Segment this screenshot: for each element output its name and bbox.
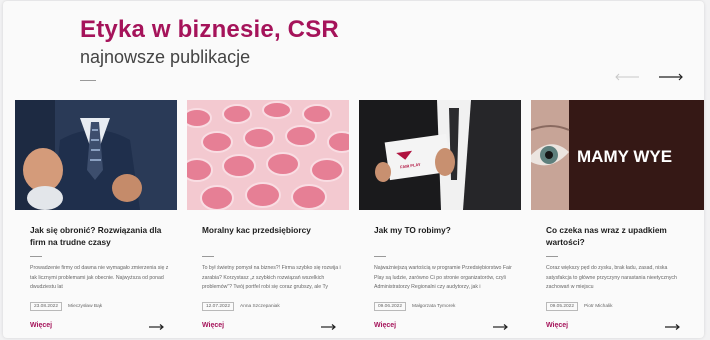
title-divider (80, 80, 96, 81)
arrow-left-icon (615, 73, 639, 81)
article-image[interactable]: MAMY WYE (531, 100, 704, 210)
carousel-next-button[interactable] (658, 69, 686, 85)
article-author: Piotr Michalik (584, 304, 613, 309)
article-date: 12.07.2022 (202, 302, 235, 311)
arrow-right-icon (659, 73, 683, 81)
pills-photo (187, 100, 349, 210)
arrow-right-icon[interactable] (664, 323, 680, 331)
read-more-link[interactable]: Więcej (374, 322, 396, 329)
article-title[interactable]: Moralny kac przedsiębiorcy (202, 224, 344, 236)
article-date: 09.05.2022 (546, 302, 579, 311)
article-date: 09.06.2022 (374, 302, 407, 311)
arrow-right-icon[interactable] (492, 323, 508, 331)
carousel-prev-button[interactable] (614, 69, 642, 85)
arrow-right-icon[interactable] (320, 323, 336, 331)
article-image[interactable] (15, 100, 177, 210)
section-title: Etyka w biznesie, CSR (80, 16, 339, 43)
article-excerpt: Coraz większy pęd do zysku, brak ładu, z… (546, 265, 677, 291)
page-frame: Etyka w biznesie, CSR najnowsze publikac… (3, 1, 704, 338)
article-title[interactable]: Jak się obronić? Rozwiązania dla firm na… (30, 224, 172, 248)
article-author: Małgorzata Tymorek (412, 304, 456, 309)
article-title[interactable]: Co czeka nas wraz z upadkiem wartości? (546, 224, 688, 248)
article-title[interactable]: Jak my TO robimy? (374, 224, 516, 236)
article-image[interactable]: FAIR PLAY (359, 100, 521, 210)
card-divider (546, 256, 558, 257)
card-divider (202, 256, 214, 257)
article-card[interactable]: Jak się obronić? Rozwiązania dla firm na… (15, 100, 177, 336)
arrow-right-icon[interactable] (148, 323, 164, 331)
business-card-photo: FAIR PLAY (359, 100, 521, 210)
article-card[interactable]: Moralny kac przedsiębiorcy To był świetn… (187, 100, 349, 336)
article-meta: 09.06.2022 Małgorzata Tymorek (374, 302, 455, 311)
article-excerpt: To był świetny pomysł na biznes?! Firma … (202, 265, 341, 291)
article-card[interactable]: FAIR PLAY Jak my TO robimy? Najważniejsz… (359, 100, 521, 336)
article-excerpt: Prowadzenie firmy od dawna nie wymagało … (30, 265, 169, 291)
article-meta: 09.05.2022 Piotr Michalik (546, 302, 613, 311)
read-more-link[interactable]: Więcej (30, 322, 52, 329)
article-card[interactable]: MAMY WYE Co czeka nas wraz z upadkiem wa… (531, 100, 704, 336)
businessman-photo (15, 100, 177, 210)
article-date: 23.08.2022 (30, 302, 63, 311)
card-divider (30, 256, 42, 257)
article-author: Mieczysław Bąk (68, 304, 103, 309)
eye-banner-photo: MAMY WYE (531, 100, 704, 210)
section-subtitle: najnowsze publikacje (80, 47, 251, 67)
article-image[interactable] (187, 100, 349, 210)
article-meta: 23.08.2022 Mieczysław Bąk (30, 302, 102, 311)
read-more-link[interactable]: Więcej (202, 322, 224, 329)
banner-text: MAMY WYE (577, 147, 672, 166)
read-more-link[interactable]: Więcej (546, 322, 568, 329)
article-meta: 12.07.2022 Anna Szczepaniak (202, 302, 280, 311)
article-author: Anna Szczepaniak (240, 304, 280, 309)
card-divider (374, 256, 386, 257)
article-excerpt: Najważniejszą wartością w programie Prze… (374, 265, 512, 291)
